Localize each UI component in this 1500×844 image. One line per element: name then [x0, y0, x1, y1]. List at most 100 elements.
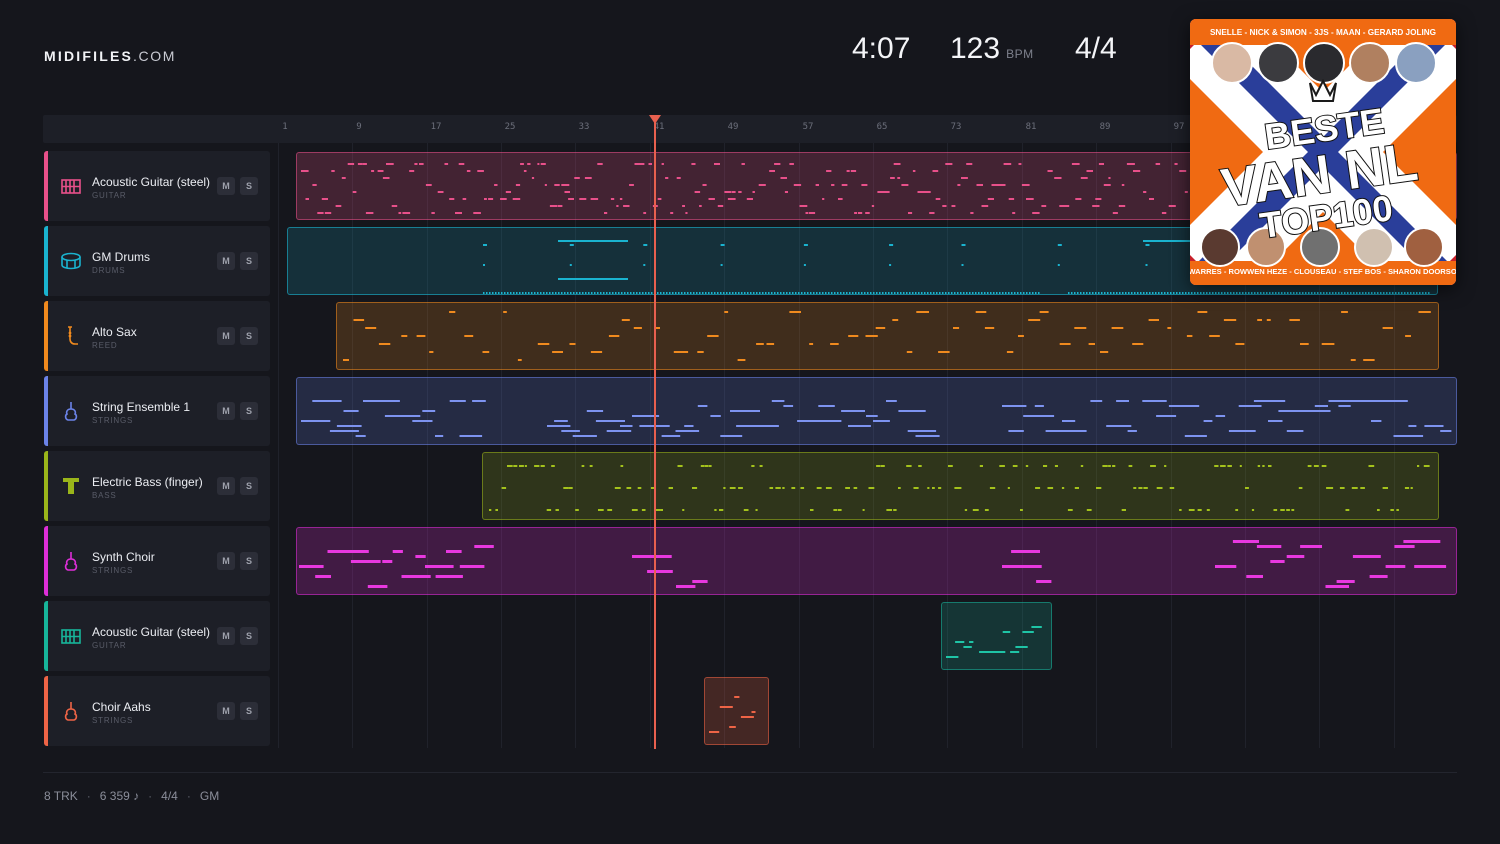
midi-note: [737, 359, 746, 361]
midi-note: [459, 435, 483, 437]
playhead-handle[interactable]: [649, 115, 661, 124]
midi-note: [805, 212, 809, 214]
midi-note: [1206, 509, 1210, 511]
solo-button[interactable]: S: [240, 552, 258, 570]
midi-note: [752, 191, 755, 193]
midi-note: [751, 711, 756, 713]
midi-note: [1086, 509, 1092, 511]
mute-button[interactable]: M: [217, 552, 235, 570]
midi-note: [1095, 292, 1097, 294]
midi-clip[interactable]: [941, 602, 1052, 670]
midi-note: [696, 292, 698, 294]
midi-note: [1143, 191, 1147, 193]
midi-note: [1186, 335, 1193, 337]
track-header-acoustic-guitar[interactable]: Acoustic Guitar (steel) GUITAR M S: [44, 151, 270, 221]
midi-note: [951, 292, 953, 294]
mute-button[interactable]: M: [217, 252, 235, 270]
midi-note: [507, 465, 513, 467]
brand-logo[interactable]: MIDIFILES.COM: [44, 48, 176, 64]
midi-note: [692, 580, 708, 583]
midi-note: [488, 198, 494, 200]
solo-button[interactable]: S: [240, 627, 258, 645]
drum-icon: [61, 252, 81, 270]
midi-note: [969, 641, 974, 643]
mute-button[interactable]: M: [217, 627, 235, 645]
midi-note: [828, 292, 830, 294]
midi-note: [1410, 487, 1413, 489]
track-header-alto-sax[interactable]: Alto Sax REED M S: [44, 301, 270, 371]
midi-note: [568, 198, 574, 200]
solo-button[interactable]: S: [240, 327, 258, 345]
midi-note: [1146, 292, 1148, 294]
midi-clip[interactable]: [296, 377, 1457, 445]
track-header-acoustic-guitar-2[interactable]: Acoustic Guitar (steel) GUITAR M S: [44, 601, 270, 671]
midi-note: [777, 292, 779, 294]
ruler-tick: 17: [430, 122, 442, 132]
midi-note: [400, 415, 421, 417]
midi-note: [945, 292, 947, 294]
midi-note: [401, 335, 408, 337]
mute-button[interactable]: M: [217, 702, 235, 720]
midi-note: [1173, 292, 1175, 294]
midi-note: [494, 184, 498, 186]
midi-clip[interactable]: [704, 677, 769, 745]
midi-note: [1413, 292, 1415, 294]
midi-note: [301, 170, 309, 172]
midi-clip[interactable]: [296, 527, 1457, 595]
track-header-string-ensemble[interactable]: String Ensemble 1 STRINGS M S: [44, 376, 270, 446]
solo-button[interactable]: S: [240, 702, 258, 720]
midi-clip[interactable]: [482, 452, 1439, 520]
track-name: Choir Aahs: [92, 700, 151, 714]
violin-icon: [64, 402, 78, 421]
ruler-tick: 65: [876, 122, 888, 132]
midi-note: [898, 487, 901, 489]
solo-button[interactable]: S: [240, 252, 258, 270]
midi-note: [1326, 487, 1331, 489]
midi-note: [425, 565, 454, 568]
midi-note: [848, 425, 871, 427]
mute-button[interactable]: M: [217, 327, 235, 345]
solo-button[interactable]: S: [240, 177, 258, 195]
guitar-grid-icon: [61, 179, 81, 194]
solo-button[interactable]: S: [240, 402, 258, 420]
midi-note: [1341, 311, 1348, 313]
midi-note: [1101, 292, 1103, 294]
midi-note: [657, 198, 662, 200]
midi-clip[interactable]: [336, 302, 1439, 370]
track-category: BASS: [92, 491, 117, 500]
midi-note: [795, 292, 797, 294]
track-name: String Ensemble 1: [92, 400, 191, 414]
track-header-synth-choir[interactable]: Synth Choir STRINGS M S: [44, 526, 270, 596]
midi-note: [803, 264, 806, 266]
midi-note: [861, 184, 868, 186]
track-color-bar: [44, 151, 48, 221]
midi-note: [957, 184, 961, 186]
midi-note: [769, 487, 774, 489]
midi-note: [1347, 292, 1349, 294]
midi-note: [1149, 198, 1154, 200]
midi-note: [540, 292, 542, 294]
track-header-electric-bass[interactable]: Electric Bass (finger) BASS M S: [44, 451, 270, 521]
midi-note: [544, 184, 547, 186]
midi-note: [1035, 487, 1041, 489]
track-header-gm-drums[interactable]: GM Drums DRUMS M S: [44, 226, 270, 296]
playhead[interactable]: [654, 122, 656, 749]
midi-note: [898, 410, 926, 412]
midi-note: [1298, 410, 1331, 412]
mute-button[interactable]: M: [217, 177, 235, 195]
midi-note: [449, 198, 455, 200]
mute-button[interactable]: M: [217, 402, 235, 420]
midi-note: [676, 585, 696, 588]
midi-note: [759, 292, 761, 294]
solo-button[interactable]: S: [240, 477, 258, 495]
midi-note: [317, 212, 324, 214]
midi-note: [998, 184, 1006, 186]
midi-note: [378, 343, 391, 345]
track-header-choir-aahs[interactable]: Choir Aahs STRINGS M S: [44, 676, 270, 746]
track-color-bar: [44, 601, 48, 671]
midi-note: [540, 163, 546, 165]
mute-button[interactable]: M: [217, 477, 235, 495]
midi-note: [912, 292, 914, 294]
midi-note: [756, 292, 758, 294]
midi-note: [921, 292, 923, 294]
